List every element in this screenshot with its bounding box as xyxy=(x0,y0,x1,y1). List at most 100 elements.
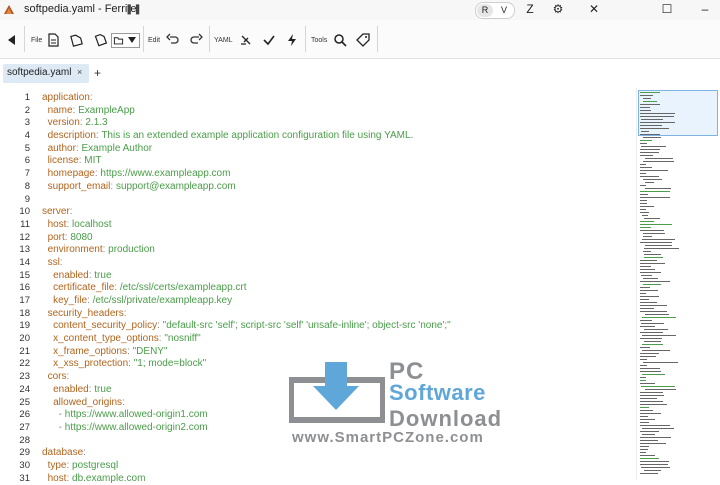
minimap-line xyxy=(640,422,649,423)
code-line[interactable]: x_content_type_options: "nosniff" xyxy=(42,333,632,346)
minimap-line xyxy=(644,257,663,258)
code-line[interactable]: environment: production xyxy=(42,244,632,257)
code-line[interactable]: server: xyxy=(42,206,632,219)
save-file-icon[interactable] xyxy=(92,32,108,48)
code-line[interactable]: name: ExampleApp xyxy=(42,105,632,118)
minimap-line xyxy=(643,179,662,180)
code-line[interactable]: certificate_file: /etc/ssl/certs/example… xyxy=(42,282,632,295)
search-icon[interactable] xyxy=(332,32,348,48)
maximize-icon[interactable]: ☐ xyxy=(658,1,676,18)
minimap-line xyxy=(642,350,670,351)
minimap-line xyxy=(642,344,663,345)
minimap-line xyxy=(642,317,676,318)
yaml-key: certificate_file xyxy=(53,282,115,294)
new-file-icon[interactable] xyxy=(45,32,61,48)
close-tab-icon[interactable]: × xyxy=(77,67,82,77)
minimap-line xyxy=(641,131,649,132)
code-line[interactable]: application: xyxy=(42,92,632,105)
open-file-icon[interactable] xyxy=(69,32,85,48)
yaml-value: db.example.com xyxy=(72,472,146,484)
minimap-line xyxy=(641,386,675,387)
minimap-line xyxy=(640,431,659,432)
recent-files-dropdown[interactable] xyxy=(111,33,140,48)
code-line[interactable]: homepage: https://www.exampleapp.com xyxy=(42,168,632,181)
toolbar-group-file: File xyxy=(31,37,43,44)
new-tab-button[interactable]: + xyxy=(94,66,101,80)
minimap-line xyxy=(640,167,652,168)
minimize-icon[interactable]: – xyxy=(696,1,714,18)
zen-mode-button[interactable]: Z xyxy=(521,1,539,18)
pause-icon[interactable]: ❚❚ xyxy=(125,4,142,16)
line-number: 11 xyxy=(20,218,30,230)
yaml-key: security_headers xyxy=(47,307,124,319)
minimap-line xyxy=(641,119,663,120)
code-line[interactable]: type: postgresql xyxy=(42,460,632,473)
minimap-line xyxy=(640,452,646,453)
code-line[interactable]: ssl: xyxy=(42,257,632,270)
raw-mode-button[interactable]: R xyxy=(477,4,493,17)
minimap-line xyxy=(640,128,669,129)
minimap-line xyxy=(640,224,672,225)
yaml-key: allowed_origins xyxy=(53,396,123,408)
minimap-line xyxy=(640,152,659,153)
gear-icon[interactable]: ⚙ xyxy=(549,1,567,18)
view-mode-toggle[interactable]: R V xyxy=(475,2,515,19)
code-line[interactable]: key_file: /etc/ssl/private/exampleapp.ke… xyxy=(42,295,632,308)
minimap[interactable] xyxy=(636,88,720,480)
minimap-line xyxy=(640,410,653,411)
minimap-line xyxy=(640,125,662,126)
code-line[interactable]: author: Example Author xyxy=(42,143,632,156)
code-line[interactable]: x_frame_options: "DENY" xyxy=(42,346,632,359)
line-number: 21 xyxy=(19,345,30,357)
tab-bar: softpedia.yaml × + xyxy=(0,59,720,87)
visual-mode-button[interactable]: V xyxy=(496,4,512,17)
line-number: 5 xyxy=(24,142,30,154)
tag-icon[interactable] xyxy=(355,32,371,48)
yaml-key: key_file xyxy=(53,295,88,306)
code-line[interactable] xyxy=(42,194,632,207)
code-line[interactable]: security_headers: xyxy=(42,308,632,321)
format-icon[interactable] xyxy=(238,32,254,48)
line-number: 25 xyxy=(19,396,30,408)
close-icon[interactable]: ✕ xyxy=(585,1,603,18)
validate-check-icon[interactable] xyxy=(261,32,277,48)
yaml-key: enabled xyxy=(53,269,89,281)
line-number-gutter: 1 2 3 4 5 6 7 8 9 10 11 12 13 14 15 16 17 18 19 20 21 22 23 24 2… xyxy=(0,92,30,485)
collapse-left-icon[interactable] xyxy=(4,32,20,48)
minimap-line xyxy=(640,380,646,381)
minimap-line xyxy=(640,266,651,267)
line-number: 10 xyxy=(19,206,30,218)
code-line[interactable]: support_email: support@exampleapp.com xyxy=(42,181,632,194)
lightning-icon[interactable] xyxy=(284,32,300,48)
minimap-line xyxy=(640,143,647,144)
ferrite-logo-icon xyxy=(4,5,14,14)
code-line[interactable]: host: localhost xyxy=(42,219,632,232)
chevron-down-icon xyxy=(128,37,136,43)
minimap-line xyxy=(643,284,661,285)
minimap-line xyxy=(640,209,646,210)
code-line[interactable]: license: MIT xyxy=(42,155,632,168)
minimap-line xyxy=(640,299,649,300)
code-line[interactable]: content_security_policy: "default-src 's… xyxy=(42,320,632,333)
yaml-value: "DENY" xyxy=(132,345,168,357)
tab-softpedia-yaml[interactable]: softpedia.yaml × xyxy=(3,64,89,83)
minimap-line xyxy=(640,104,660,105)
redo-icon[interactable] xyxy=(188,32,204,48)
minimap-line xyxy=(640,473,658,474)
toolbar-group-yaml: YAML xyxy=(214,37,233,44)
minimap-line xyxy=(640,347,650,348)
minimap-line xyxy=(644,329,668,330)
minimap-line xyxy=(640,365,647,366)
code-line[interactable]: host: db.example.com xyxy=(42,473,632,485)
line-number: 31 xyxy=(19,472,30,484)
minimap-line xyxy=(644,470,661,471)
code-line[interactable]: port: 8080 xyxy=(42,232,632,245)
undo-icon[interactable] xyxy=(165,32,181,48)
minimap-line xyxy=(640,200,647,201)
yaml-value: "1; mode=block" xyxy=(133,358,207,370)
minimap-line xyxy=(640,371,661,372)
code-line[interactable]: description: This is an extended example… xyxy=(42,130,632,143)
code-line[interactable]: enabled: true xyxy=(42,270,632,283)
code-line[interactable]: version: 2.1.3 xyxy=(42,117,632,130)
